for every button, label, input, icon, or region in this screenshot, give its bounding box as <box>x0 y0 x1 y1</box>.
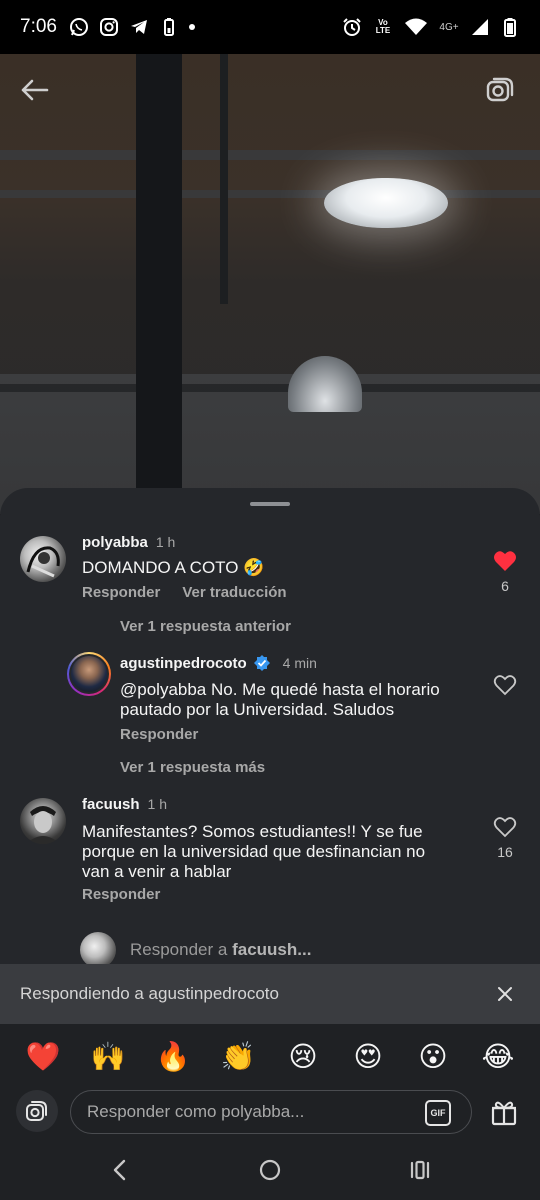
reply-button[interactable]: Responder <box>82 886 160 903</box>
video-background[interactable] <box>0 54 540 514</box>
avatar <box>71 656 107 692</box>
nav-home-button[interactable] <box>250 1152 290 1188</box>
comments-sheet <box>0 488 540 964</box>
video-pillar <box>220 54 228 304</box>
comment-time: 1 h <box>147 796 167 812</box>
status-time: 7:06 <box>20 16 57 37</box>
emoji-surprised-button[interactable]: 😮 <box>413 1038 453 1074</box>
video-beam <box>0 150 540 160</box>
close-icon <box>498 987 512 1001</box>
heart-outline-icon <box>493 817 517 838</box>
emoji-fire-button[interactable]: 🔥 <box>153 1038 193 1074</box>
battery-saver-icon <box>159 17 179 37</box>
comment-username[interactable]: polyabba <box>82 534 148 551</box>
like-button[interactable] <box>490 674 520 696</box>
system-navigation-bar <box>0 1140 540 1200</box>
heart-outline-icon <box>493 675 517 696</box>
comment-username[interactable]: facuush <box>82 796 140 813</box>
video-beam <box>0 190 540 198</box>
camera-icon <box>26 1101 47 1121</box>
whatsapp-icon <box>69 17 89 37</box>
more-notifications-dot <box>188 24 195 30</box>
replying-to-text: Respondiendo a agustinpedrocoto <box>20 984 279 1003</box>
video-pillar <box>136 54 182 514</box>
emoji-laughing-button[interactable]: 😂 <box>478 1038 518 1074</box>
camera-button[interactable] <box>482 72 518 108</box>
sheet-drag-handle[interactable] <box>250 502 290 506</box>
wifi-icon <box>404 17 428 37</box>
comment-text-line: Manifestantes? Somos estudiantes!! Y se … <box>82 822 423 841</box>
back-button[interactable] <box>16 72 52 108</box>
gift-icon <box>491 1101 517 1126</box>
status-system-icons: Vo LTE 4G+ <box>342 17 520 37</box>
verified-badge-icon <box>253 655 270 671</box>
comment-header: facuush 1 h <box>82 796 167 814</box>
emoji-clap-button[interactable]: 👏 <box>218 1038 258 1074</box>
signal-icon <box>470 17 490 37</box>
nav-recents-button[interactable] <box>400 1152 440 1188</box>
camera-icon <box>486 77 514 102</box>
emoji-raised-hands-button[interactable]: 🙌 <box>88 1038 128 1074</box>
comment-text-line: @polyabba No. Me quedé hasta el horario <box>120 680 440 699</box>
recents-icon <box>410 1160 430 1180</box>
reply-button[interactable]: Responder <box>82 584 160 601</box>
status-notification-icons <box>69 17 195 37</box>
gif-button[interactable]: GIF <box>425 1100 451 1126</box>
cancel-reply-button[interactable] <box>490 979 520 1009</box>
comment-text: DOMANDO A COTO 🤣 <box>82 558 265 577</box>
battery-icon <box>500 17 520 37</box>
emoji-quick-bar: ❤️ 🙌 🔥 👏 😢 😍 😮 😂 <box>0 1038 540 1074</box>
emoji-heart-button[interactable]: ❤️ <box>23 1038 63 1074</box>
alarm-icon <box>342 17 362 37</box>
status-bar: 7:06 Vo LTE 4G+ <box>0 0 540 54</box>
avatar <box>80 932 116 968</box>
comment-time: 4 min <box>282 655 317 671</box>
like-button[interactable]: 16 <box>490 816 520 860</box>
nav-back-button[interactable] <box>100 1152 140 1188</box>
replying-to-bar: Respondiendo a agustinpedrocoto <box>0 964 540 1024</box>
comment-text-line: van a venir a hablar <box>82 862 232 881</box>
video-beam <box>0 384 540 392</box>
reply-button[interactable]: Responder <box>120 726 198 743</box>
instagram-icon <box>99 17 119 37</box>
camera-button[interactable] <box>16 1090 58 1132</box>
telegram-icon <box>129 17 149 37</box>
like-button[interactable]: 6 <box>490 550 520 594</box>
comment-header: agustinpedrocoto 4 min <box>120 654 317 672</box>
chevron-left-icon <box>113 1159 126 1181</box>
comment-input-field[interactable]: GIF <box>70 1090 472 1134</box>
like-count: 16 <box>497 844 513 860</box>
video-lamp <box>288 356 362 412</box>
home-circle-icon <box>259 1159 281 1181</box>
network-type-label: 4G+ <box>439 21 459 33</box>
comment-composer: ❤️ 🙌 🔥 👏 😢 😍 😮 😂 GIF <box>0 1024 540 1140</box>
avatar[interactable] <box>20 536 66 582</box>
see-translation-button[interactable]: Ver traducción <box>182 584 286 601</box>
reply-preview-text: Responder a facuush... <box>130 940 311 960</box>
comment-header: polyabba 1 h <box>82 534 175 552</box>
comment-input[interactable] <box>87 1102 407 1122</box>
comment-actions: Responder <box>120 726 198 744</box>
comment-actions: Responder <box>82 886 160 904</box>
avatar[interactable] <box>20 798 66 844</box>
arrow-left-icon <box>21 79 49 101</box>
view-previous-replies[interactable]: Ver 1 respuesta anterior <box>120 618 291 635</box>
comment-text-line: porque en la universidad que desfinancia… <box>82 842 426 861</box>
comment-actions: Responder Ver traducción <box>82 584 287 601</box>
emoji-crying-button[interactable]: 😢 <box>283 1038 323 1074</box>
comment-time: 1 h <box>155 534 176 550</box>
gift-button[interactable] <box>486 1094 522 1130</box>
view-more-replies[interactable]: Ver 1 respuesta más <box>120 759 265 776</box>
video-lamp <box>324 178 448 228</box>
comment-username[interactable]: agustinpedrocoto <box>120 655 247 672</box>
reply-preview-username: facuush... <box>232 940 312 959</box>
volte-icon: Vo LTE <box>375 18 391 35</box>
reply-preview[interactable]: Responder a facuush... <box>80 932 311 968</box>
comment-text-line: pautado por la Universidad. Saludos <box>120 700 395 719</box>
heart-filled-icon <box>494 551 516 571</box>
like-count: 6 <box>501 578 509 594</box>
reply-preview-prefix: Responder a <box>130 940 233 959</box>
avatar-story-ring[interactable] <box>67 652 111 696</box>
emoji-heart-eyes-button[interactable]: 😍 <box>348 1038 388 1074</box>
